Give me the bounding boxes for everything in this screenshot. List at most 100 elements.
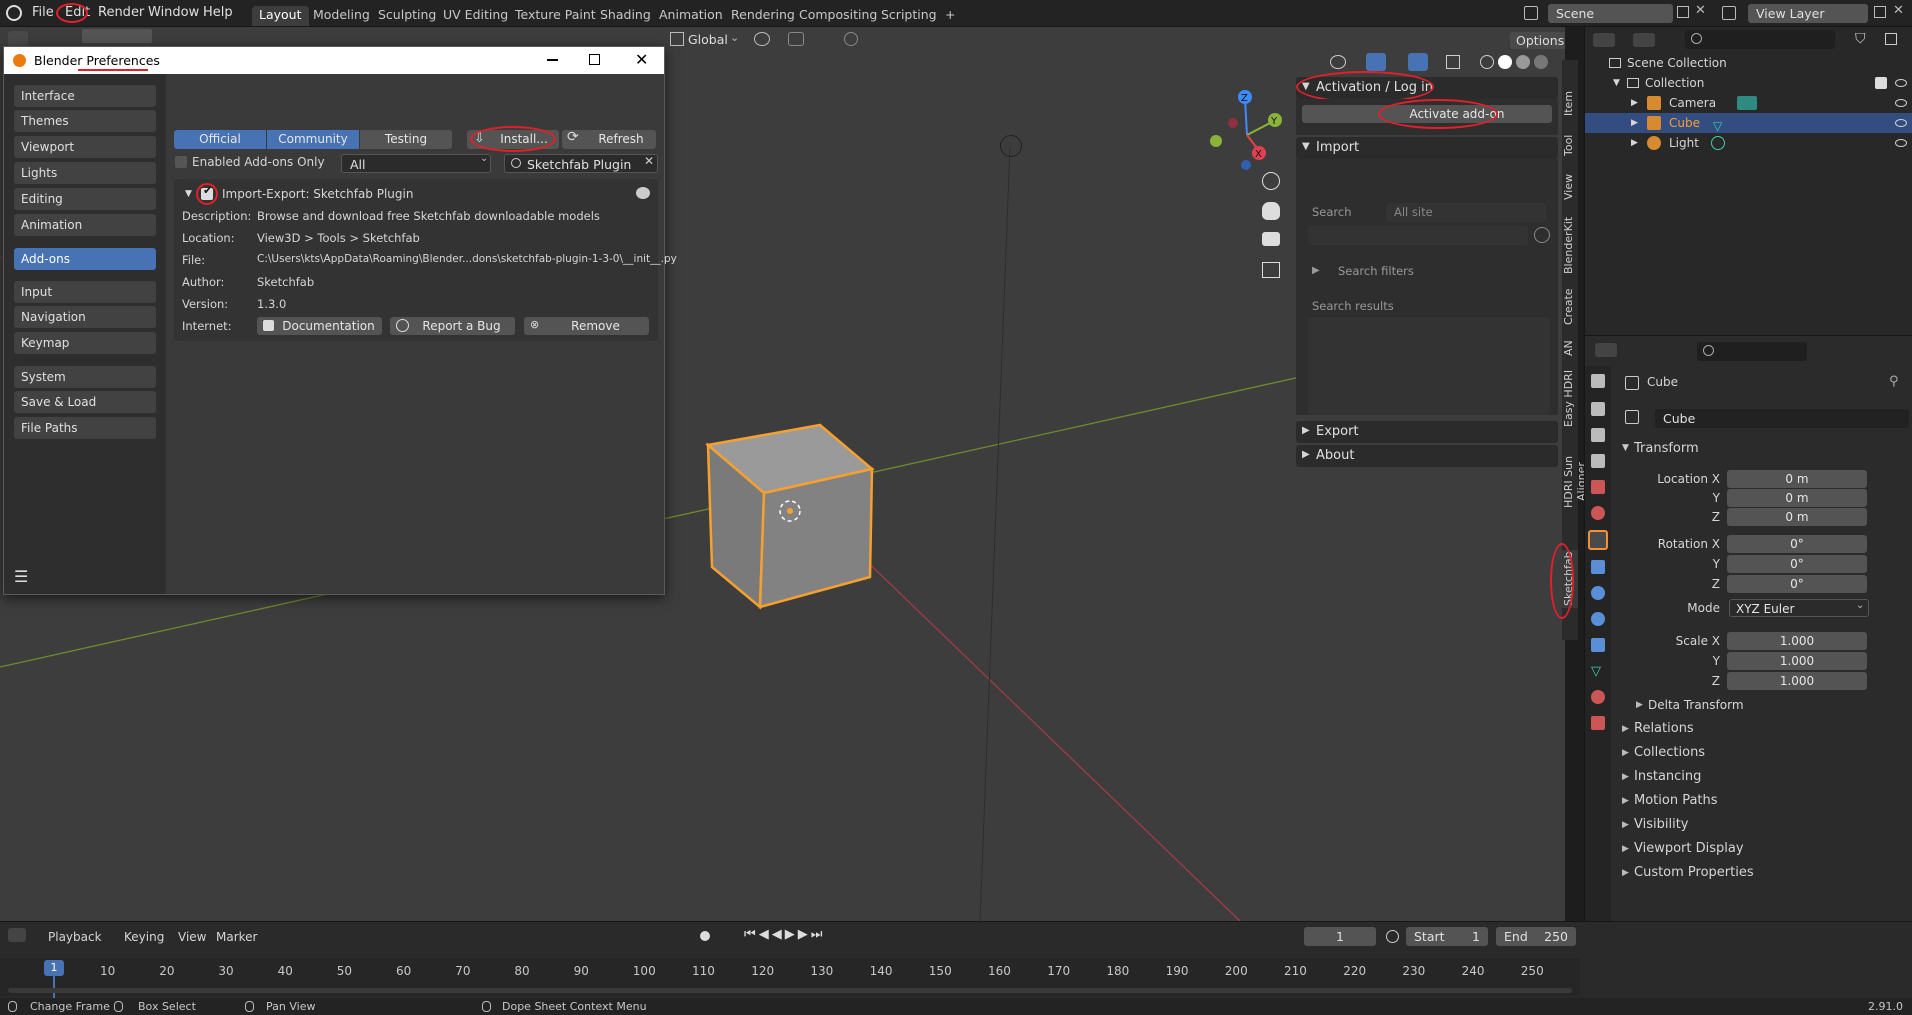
overlay-toggle-icon[interactable] [1408, 53, 1428, 71]
pivot-icon[interactable] [754, 32, 770, 46]
tab-texture-paint[interactable]: Texture Paint [508, 6, 603, 26]
about-section-header[interactable]: About [1296, 445, 1558, 467]
render-tab-icon[interactable] [1591, 402, 1605, 416]
shading-wireframe-icon[interactable] [1480, 55, 1494, 69]
tab-an[interactable]: AN [1562, 338, 1578, 358]
nav-keymap[interactable]: Keymap [14, 332, 156, 354]
nav-save-load[interactable]: Save & Load [14, 391, 156, 413]
tab-animation[interactable]: Animation [652, 6, 730, 26]
world-tab-icon[interactable] [1591, 506, 1605, 520]
outliner-editor-icon[interactable] [1593, 33, 1615, 47]
enabled-only-label[interactable]: Enabled Add-ons Only [192, 155, 325, 169]
light-data-icon[interactable] [1711, 136, 1725, 150]
preferences-title-bar[interactable]: Blender Preferences ✕ [4, 47, 664, 74]
nav-editing[interactable]: Editing [14, 188, 156, 210]
playback-menu[interactable]: Playback [48, 930, 102, 944]
collections-section-header[interactable]: Collections [1634, 745, 1705, 760]
visibility-icon[interactable] [1330, 55, 1346, 69]
camera-data-icon[interactable] [1737, 96, 1757, 110]
view-layer-copy-icon[interactable] [1874, 6, 1886, 18]
chevron-right-icon[interactable]: ▶ [1312, 265, 1320, 276]
current-frame-field[interactable]: 1 [1304, 927, 1376, 946]
location-x-field[interactable]: 0 m [1727, 470, 1867, 488]
rotation-mode-dropdown[interactable]: XYZ Euler [1729, 599, 1869, 617]
location-y-field[interactable]: 0 m [1727, 489, 1867, 507]
rotation-y-field[interactable]: 0° [1727, 555, 1867, 573]
pin-icon[interactable]: ⚲ [1889, 374, 1899, 389]
documentation-button[interactable]: Documentation [257, 317, 382, 335]
tab-tool[interactable]: Tool [1562, 130, 1578, 160]
nav-input[interactable]: Input [14, 281, 156, 303]
remove-button[interactable]: Remove [524, 317, 649, 335]
instancing-section-header[interactable]: Instancing [1634, 769, 1701, 784]
location-z-field[interactable]: 0 m [1727, 508, 1867, 526]
tool-tab-icon[interactable] [1591, 374, 1605, 388]
tab-testing[interactable]: Testing [360, 130, 452, 149]
tab-sculpting[interactable]: Sculpting [371, 6, 443, 26]
nav-viewport[interactable]: Viewport [14, 136, 156, 158]
view-layer-close-icon[interactable]: ✕ [1893, 3, 1904, 18]
eye-icon[interactable] [1895, 119, 1907, 127]
tab-official[interactable]: Official [174, 130, 266, 149]
import-section-header[interactable]: Import [1296, 137, 1558, 159]
navigation-gizmo[interactable]: Z Y X [1200, 87, 1290, 187]
chevron-right-icon[interactable]: ▶ [1631, 113, 1638, 133]
menu-help[interactable]: Help [203, 5, 233, 20]
physics-tab-icon[interactable] [1591, 612, 1605, 626]
tab-blenderkit[interactable]: BlenderKit [1562, 215, 1578, 275]
tab-modeling[interactable]: Modeling [306, 6, 377, 26]
chevron-down-icon[interactable]: ▼ [1613, 73, 1620, 93]
shading-rendered-icon[interactable] [1534, 55, 1548, 69]
checkbox-icon[interactable] [1875, 77, 1887, 89]
scene-close-icon[interactable]: ✕ [1695, 3, 1706, 18]
tab-rendering[interactable]: Rendering [724, 6, 802, 26]
outliner-search-input[interactable] [1685, 30, 1835, 49]
select-mode-icons[interactable] [82, 29, 152, 43]
tab-layout[interactable]: Layout [252, 6, 309, 26]
sketchfab-search-input[interactable] [1308, 226, 1528, 245]
tab-compositing[interactable]: Compositing [792, 6, 884, 26]
eye-icon[interactable] [1895, 79, 1907, 87]
nav-interface[interactable]: Interface [14, 85, 156, 107]
chevron-down-icon[interactable]: ▼ [1622, 443, 1629, 453]
rotation-x-field[interactable]: 0° [1727, 535, 1867, 553]
object-name-input[interactable]: Cube [1655, 409, 1909, 428]
search-scope-dropdown[interactable]: All site [1386, 203, 1546, 222]
menu-render[interactable]: Render [98, 5, 144, 20]
particles-tab-icon[interactable] [1591, 586, 1605, 600]
display-mode-icon[interactable] [1633, 33, 1655, 47]
shading-material-icon[interactable] [1516, 55, 1530, 69]
perspective-grid-icon[interactable] [1262, 262, 1280, 278]
output-tab-icon[interactable] [1591, 428, 1605, 442]
properties-editor-icon[interactable] [1595, 343, 1617, 357]
snap-icon[interactable] [788, 32, 804, 46]
texture-tab-icon[interactable] [1591, 716, 1605, 730]
delta-transform-header[interactable]: Delta Transform [1648, 698, 1744, 712]
options-dropdown[interactable]: Options [1510, 32, 1565, 49]
outliner-item-cube[interactable]: ▶ Cube ▽ [1585, 113, 1912, 133]
export-section-header[interactable]: Export [1296, 421, 1558, 443]
scene-selector[interactable]: Scene [1548, 4, 1673, 23]
tab-easy-hdri[interactable]: Easy HDRI [1562, 368, 1578, 428]
addon-search-input[interactable]: Sketchfab Plugin [504, 154, 658, 173]
scale-y-field[interactable]: 1.000 [1727, 652, 1867, 670]
end-frame-field[interactable]: End 250 [1496, 927, 1576, 946]
collection-row[interactable]: ▼ Collection [1585, 73, 1912, 93]
marker-menu[interactable]: Marker [216, 930, 257, 944]
eye-icon[interactable] [1895, 99, 1907, 107]
modifier-tab-icon[interactable] [1591, 560, 1605, 574]
clock-icon[interactable] [1386, 930, 1399, 943]
shading-solid-icon[interactable] [1498, 55, 1512, 69]
object-data-icon[interactable] [1625, 410, 1639, 424]
gizmo-toggle-icon[interactable] [1366, 53, 1386, 71]
scale-z-field[interactable]: 1.000 [1727, 672, 1867, 690]
filter-icon[interactable]: ⛉ [1855, 31, 1866, 47]
nav-navigation[interactable]: Navigation [14, 306, 156, 328]
light-object-icon[interactable] [1000, 135, 1022, 157]
material-tab-icon[interactable] [1591, 690, 1605, 704]
start-frame-field[interactable]: Start 1 [1406, 927, 1488, 946]
chevron-right-icon[interactable]: ▶ [1636, 700, 1643, 710]
tab-create[interactable]: Create [1562, 287, 1578, 327]
minimize-icon[interactable] [547, 59, 558, 61]
data-tab-icon[interactable]: ▽ [1591, 664, 1601, 679]
